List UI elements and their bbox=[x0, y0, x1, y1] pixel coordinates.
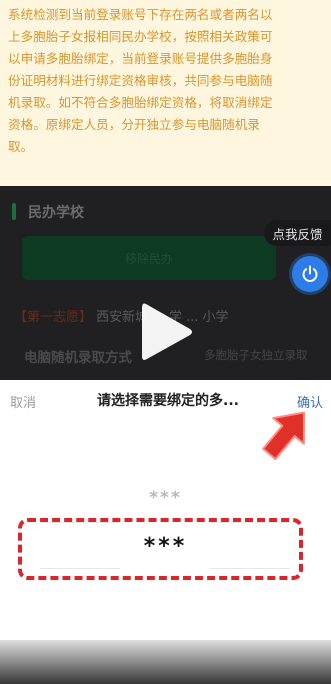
notice-line: 系统检测到当前登录账号下存在两名或者两名以 bbox=[8, 7, 273, 22]
admission-method-title: 电脑随机录取方式 bbox=[24, 350, 132, 366]
highlight-box bbox=[18, 518, 303, 580]
notice-banner: 系统检测到当前登录账号下存在两名或者两名以 上多胞胎子女报相同民办学校，按照相关… bbox=[0, 0, 331, 186]
sheet-title: 请选择需要绑定的多... bbox=[97, 393, 239, 409]
notice-line: 资格。原绑定人员，分开独立参与电脑随机录 bbox=[8, 117, 260, 132]
arrow-pointer-icon bbox=[262, 411, 305, 461]
notice-line: 份证明材料进行绑定资格审核，共同参与电脑随 bbox=[8, 73, 273, 88]
feedback-button[interactable]: 点我反馈 bbox=[264, 220, 331, 246]
admission-method-value: 多胞胎子女独立录取 bbox=[204, 348, 308, 362]
first-choice-tag: 【第一志愿】 bbox=[14, 310, 93, 325]
section-title: 民办学校 bbox=[28, 205, 84, 221]
notice-line: 机录取。如不符合多胞胎绑定资格，将取消绑定 bbox=[8, 95, 273, 110]
cancel-button[interactable]: 取消 bbox=[10, 392, 36, 411]
notice-line: 上多胞胎子女报相同民办学校，按照相关政策可 bbox=[8, 29, 273, 44]
notice-line: 取。 bbox=[8, 139, 34, 154]
first-choice-line: 【第一志愿】 西安新城 ... 学 ... 小学 bbox=[14, 306, 228, 325]
play-icon[interactable] bbox=[138, 300, 194, 364]
section-accent-bar bbox=[12, 203, 16, 220]
bottom-gradient bbox=[0, 640, 331, 684]
notice-line: 以申请多胞胎绑定，当前登录账号提供多胞胎身 bbox=[8, 51, 273, 66]
remove-school-button: 移除民办 bbox=[22, 236, 276, 280]
picker-option[interactable]: *** bbox=[0, 488, 331, 508]
power-icon[interactable] bbox=[292, 256, 328, 292]
